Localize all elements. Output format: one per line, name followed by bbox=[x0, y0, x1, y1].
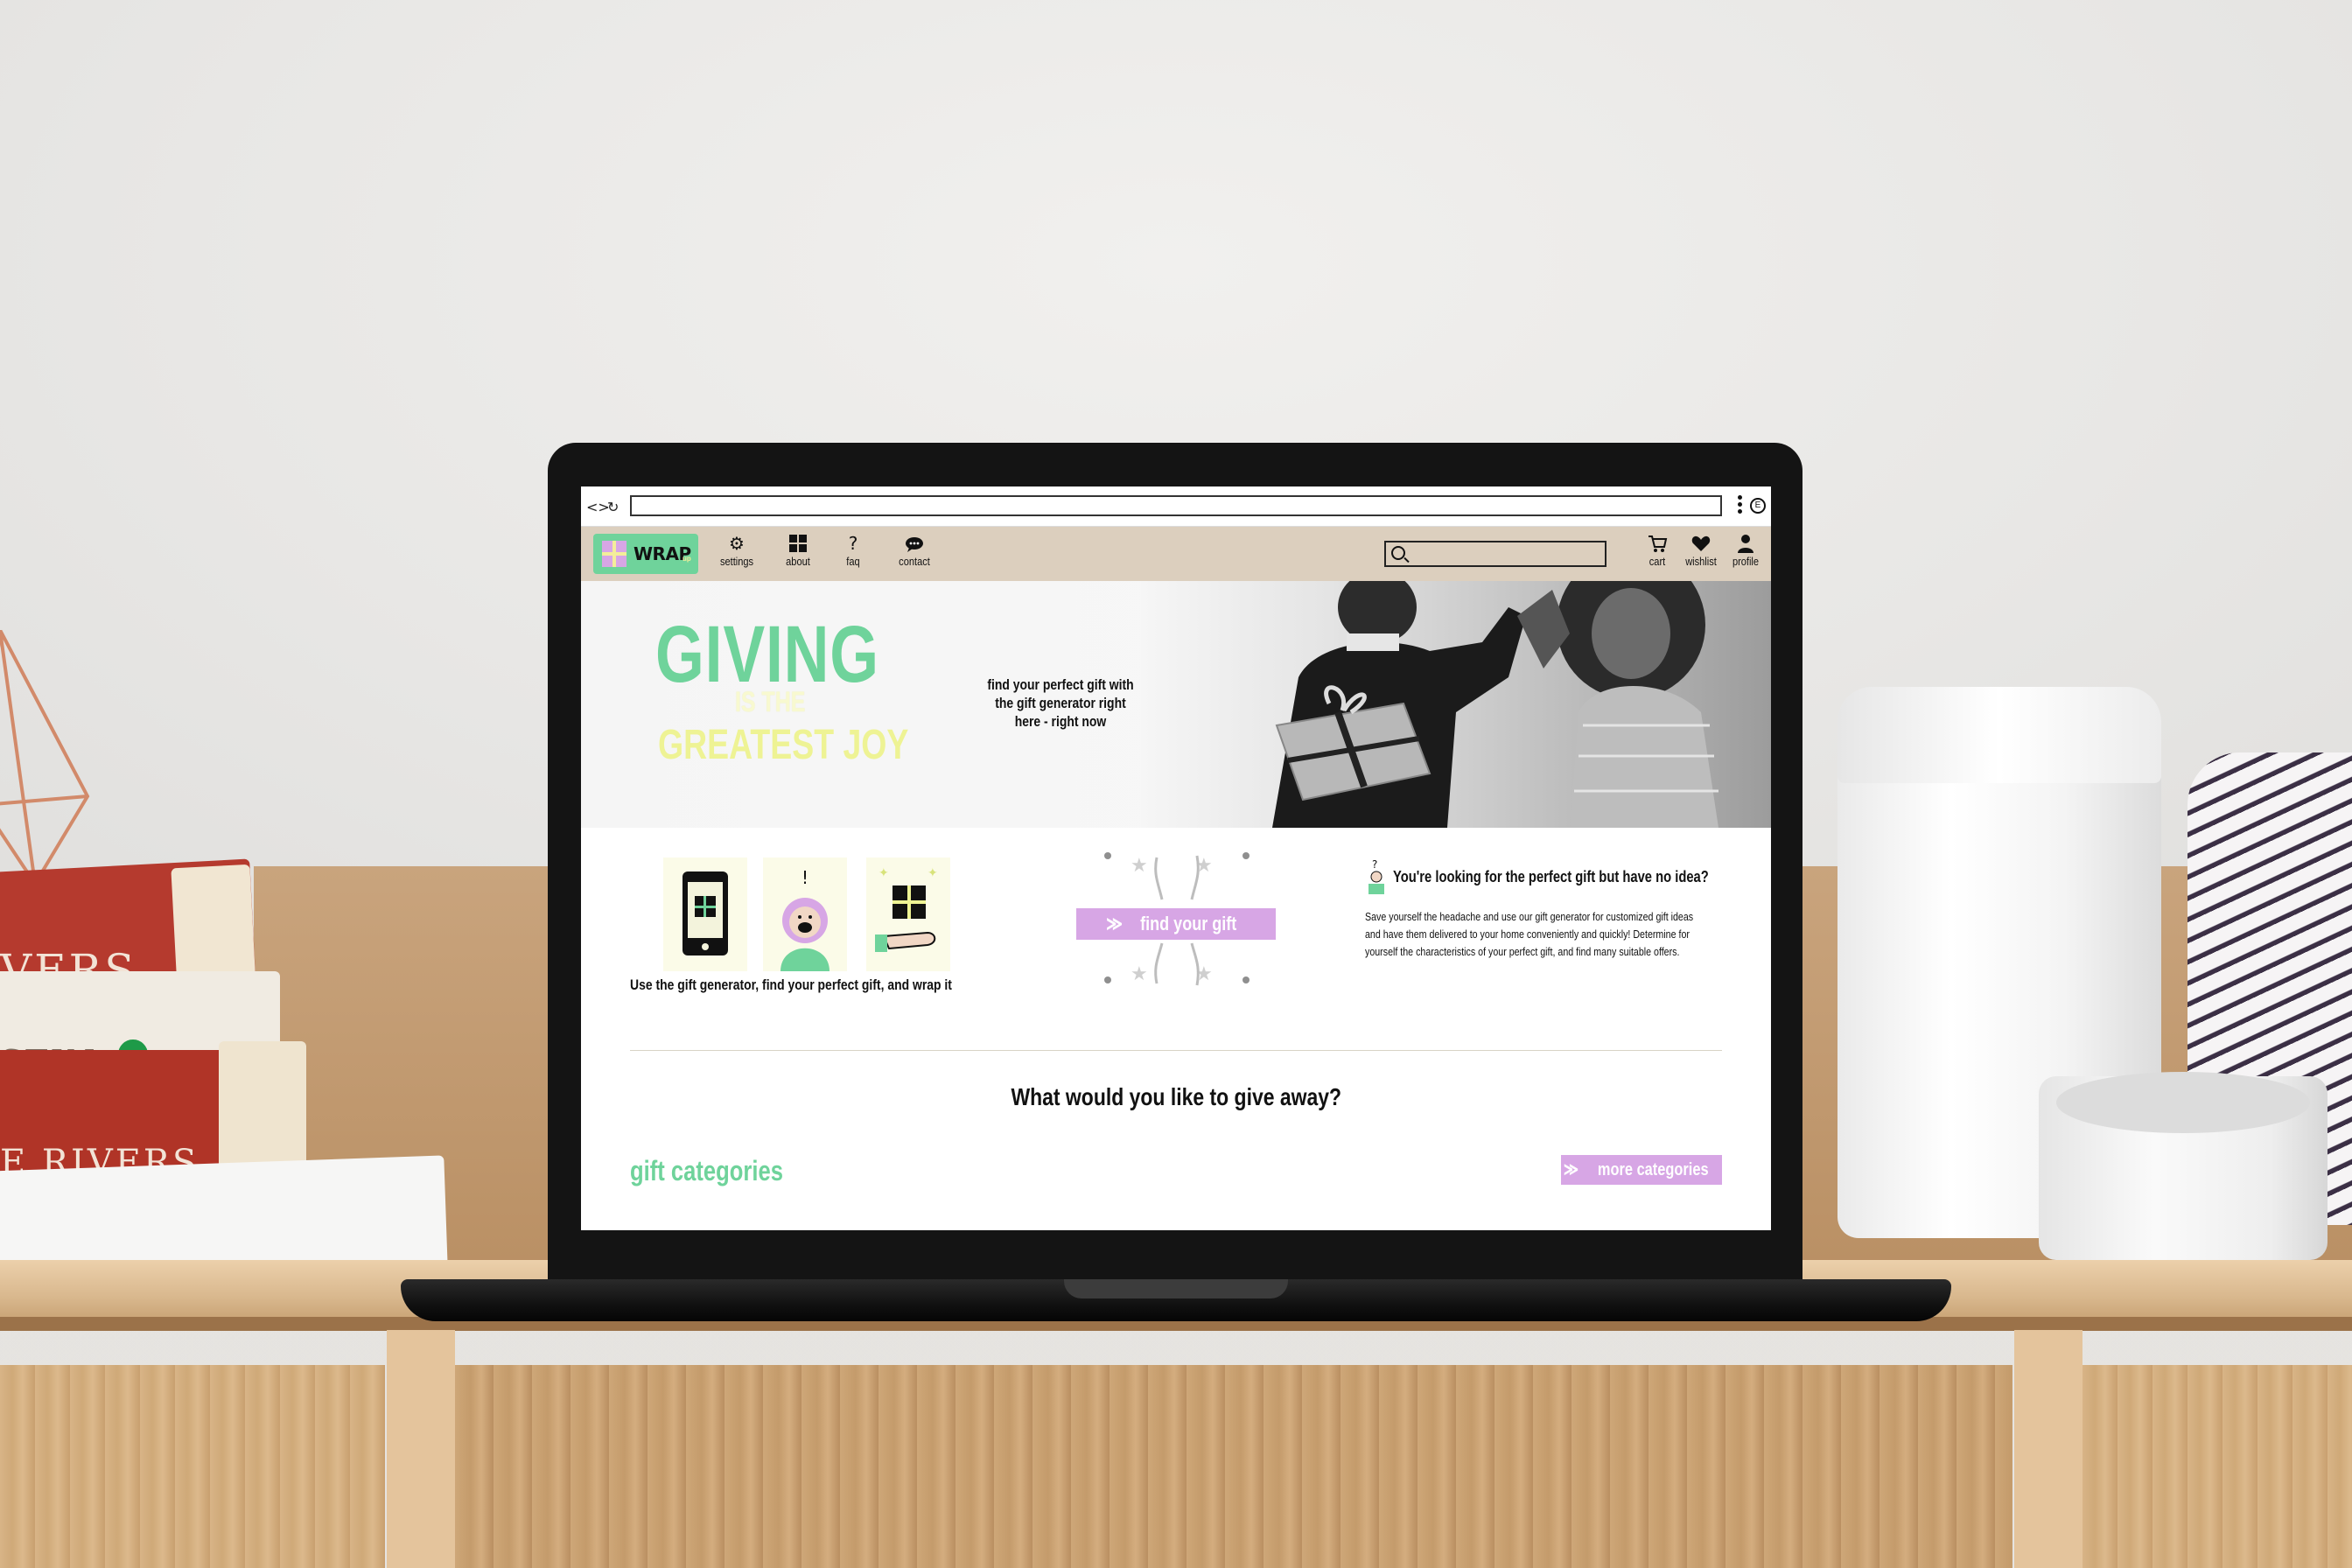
gift-categories-heading: gift categories bbox=[630, 1155, 783, 1186]
svg-text:✦: ✦ bbox=[928, 865, 938, 879]
nav-label: profile bbox=[1732, 555, 1760, 568]
svg-text:!: ! bbox=[802, 867, 808, 888]
reload-icon[interactable]: ↻ bbox=[607, 499, 619, 515]
gift-logo-icon bbox=[602, 541, 626, 567]
site-logo[interactable]: WRAP up bbox=[593, 534, 698, 574]
double-chevron-icon: ≫ bbox=[1106, 913, 1124, 934]
question-text: What would you like to give away? bbox=[1011, 1083, 1341, 1110]
browser-toolbar: <> ↻ E bbox=[581, 486, 1771, 527]
gift-hand-icon: ✦ ✦ bbox=[875, 865, 938, 952]
search-icon bbox=[1391, 546, 1405, 560]
step-card-phone bbox=[663, 858, 747, 971]
step-card-gift: ✦ ✦ bbox=[866, 858, 950, 971]
double-chevron-icon: ≫ bbox=[1564, 1160, 1579, 1180]
nav-settings[interactable]: ⚙ settings bbox=[710, 532, 763, 568]
nav-label: faq bbox=[846, 555, 860, 568]
svg-text:?: ? bbox=[1372, 858, 1377, 871]
nav-faq[interactable]: ? faq bbox=[831, 532, 875, 568]
laptop-notch bbox=[1064, 1279, 1288, 1298]
site-header: WRAP up ⚙ settings about ? faq contact c… bbox=[581, 527, 1771, 581]
url-field[interactable] bbox=[630, 495, 1722, 516]
nav-about[interactable]: about bbox=[772, 532, 824, 568]
laptop-screen: <> ↻ E WRAP up ⚙ settings about ? faq co… bbox=[581, 486, 1771, 1230]
idea-description: Save yourself the headache and use our g… bbox=[1365, 910, 1694, 958]
drawer-left bbox=[0, 1365, 385, 1568]
nav-label: cart bbox=[1648, 555, 1666, 568]
kebab-menu-icon[interactable] bbox=[1738, 495, 1743, 516]
step-card-person: ! bbox=[763, 858, 847, 971]
nav-contact[interactable]: contact bbox=[884, 532, 945, 568]
drawer-middle bbox=[455, 1365, 2012, 1568]
section-divider bbox=[630, 1050, 1722, 1051]
steps-caption: Use the gift generator, find your perfec… bbox=[630, 976, 952, 993]
nav-cart[interactable]: cart bbox=[1640, 532, 1675, 568]
nav-profile[interactable]: profile bbox=[1726, 532, 1766, 568]
drawer-right bbox=[2082, 1365, 2352, 1568]
chat-bubble-icon bbox=[906, 537, 923, 552]
hero-couple-photo bbox=[1141, 581, 1771, 828]
confused-person-icon: ? bbox=[1368, 858, 1384, 894]
heart-icon bbox=[1691, 536, 1711, 551]
cart-icon bbox=[1648, 536, 1668, 552]
svg-text:★: ★ bbox=[1130, 854, 1148, 876]
cabinet-post bbox=[2014, 1330, 2082, 1568]
hero-title-isthe: IS THE bbox=[735, 686, 806, 718]
svg-text:✦: ✦ bbox=[878, 865, 889, 879]
gear-icon: ⚙ bbox=[729, 533, 745, 554]
question-icon: ? bbox=[848, 533, 858, 554]
candle-top bbox=[2056, 1072, 2310, 1133]
phone-gift-icon bbox=[682, 872, 728, 956]
code-nav-icon[interactable]: <> bbox=[586, 499, 610, 515]
nav-label: contact bbox=[899, 555, 930, 568]
categories-question: What would you like to give away? bbox=[581, 1083, 1771, 1111]
grid-gift-icon bbox=[789, 535, 807, 552]
button-label: more categories bbox=[1597, 1160, 1709, 1180]
nav-wishlist[interactable]: wishlist bbox=[1678, 532, 1724, 568]
logo-superscript: up bbox=[682, 555, 691, 563]
search-input[interactable] bbox=[1384, 541, 1606, 567]
hero-title-joy: GREATEST JOY bbox=[658, 722, 909, 768]
hero-tagline: find your perfect gift with the gift gen… bbox=[987, 676, 1134, 730]
cabinet-post bbox=[387, 1330, 455, 1568]
hero-banner: GIVING IS THE GREATEST JOY find your per… bbox=[581, 581, 1771, 828]
jar-lid bbox=[1838, 687, 2161, 783]
nav-label: settings bbox=[719, 555, 754, 568]
find-your-gift-button[interactable]: ≫ find your gift bbox=[1076, 908, 1276, 940]
nav-label: about bbox=[786, 555, 810, 568]
more-categories-button[interactable]: ≫ more categories bbox=[1561, 1155, 1722, 1185]
happy-person-icon: ! bbox=[780, 867, 830, 971]
extension-icon[interactable]: E bbox=[1750, 498, 1766, 514]
person-icon bbox=[1738, 535, 1754, 553]
idea-heading: You're looking for the perfect gift but … bbox=[1393, 868, 1709, 886]
nav-label: wishlist bbox=[1685, 555, 1717, 568]
button-label: find your gift bbox=[1140, 913, 1237, 934]
svg-text:★: ★ bbox=[1130, 962, 1148, 984]
